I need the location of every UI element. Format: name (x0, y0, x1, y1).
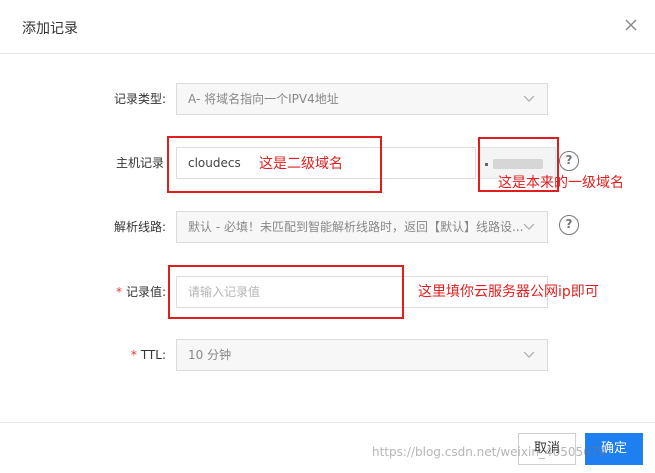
annotation-box-value (168, 265, 404, 319)
help-icon[interactable]: ? (559, 151, 579, 171)
ttl-select[interactable]: 10 分钟 (176, 339, 548, 371)
ttl-label-text: TTL: (140, 348, 166, 362)
record-value-label: * 记录值: (6, 284, 166, 300)
annotation-domain-note: 这是本来的一级域名 (498, 175, 624, 191)
ttl-label: * TTL: (6, 347, 166, 363)
watermark: https://blog.csdn.net/weixin_40505679 (372, 445, 607, 459)
record-type-value: A- 将域名指向一个IPV4地址 (188, 92, 339, 106)
record-type-label: 记录类型: (113, 92, 166, 106)
line-select[interactable]: 默认 - 必填！未匹配到智能解析线路时，返回【默认】线路设... (176, 211, 548, 243)
dialog-header: 添加记录 (0, 0, 655, 54)
chevron-down-icon (523, 351, 535, 358)
add-record-dialog: 添加记录 记录类型: A- 将域名指向一个IPV4地址 主机记录 cloudec… (0, 0, 655, 473)
line-label: 解析线路: (113, 220, 166, 234)
annotation-value-note: 这里填你云服务器公网ip即可 (418, 284, 599, 300)
record-value-label-text: 记录值: (125, 285, 166, 299)
ttl-value: 10 分钟 (188, 348, 232, 362)
host-record-label: 主机记录 (115, 156, 164, 170)
chevron-down-icon (523, 223, 535, 230)
footer-divider (0, 422, 655, 423)
required-mark: * (130, 348, 137, 362)
record-type-select[interactable]: A- 将域名指向一个IPV4地址 (176, 83, 548, 115)
dialog-title: 添加记录 (22, 21, 78, 37)
help-icon[interactable]: ? (559, 215, 579, 235)
chevron-down-icon (523, 95, 535, 102)
annotation-host-note: 这是二级域名 (259, 156, 343, 172)
close-icon[interactable] (620, 14, 642, 36)
required-mark: * (115, 285, 122, 299)
line-value: 默认 - 必填！未匹配到智能解析线路时，返回【默认】线路设... (188, 220, 524, 234)
